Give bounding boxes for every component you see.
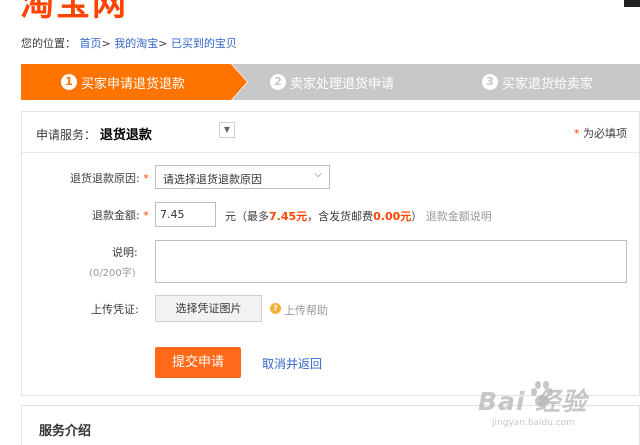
description-label: 说明: <box>112 246 138 259</box>
refund-form-panel: 申请服务： 退货退款 ▼ * 为必填项 退货退款原因: * 请选择退货退款原因 … <box>21 111 640 396</box>
paw-icon <box>531 381 553 407</box>
breadcrumb-separator: > <box>101 37 111 50</box>
step-number-badge: 2 <box>270 74 286 90</box>
divider <box>22 152 639 153</box>
breadcrumb-my-taobao-link[interactable]: 我的淘宝 <box>114 37 158 50</box>
step-seller-process: 2 卖家处理退货申请 <box>232 64 454 100</box>
step-label: 卖家处理退货申请 <box>290 76 395 92</box>
corner-block <box>624 0 640 7</box>
refund-amount-input[interactable]: 7.45 <box>155 202 216 227</box>
step-number-badge: 1 <box>61 74 77 90</box>
reason-label-text: 退货退款原因: <box>70 172 140 185</box>
required-star-icon: * <box>574 127 580 140</box>
required-star-icon: * <box>139 209 149 222</box>
upload-label: 上传凭证: <box>91 303 139 316</box>
breadcrumb-purchased-link[interactable]: 已买到的宝贝 <box>171 37 237 50</box>
progress-steps: 1 买家申请退货退款 2 卖家处理退货申请 3 买家退货给卖家 <box>21 64 640 100</box>
step-apply-refund: 1 买家申请退货退款 <box>21 64 247 100</box>
baidu-watermark: Bai 经验 jingyan.baidu.com <box>468 378 640 445</box>
step-label: 买家申请退货退款 <box>81 76 186 92</box>
service-dropdown-toggle[interactable]: ▼ <box>219 122 235 138</box>
breadcrumb: 您的位置： 首页> 我的淘宝> 已买到的宝贝 <box>21 35 237 51</box>
amount-label: 退款金额: * <box>92 207 149 223</box>
service-intro-title: 服务介绍 <box>39 424 92 439</box>
chevron-down-icon: ▼ <box>223 125 231 134</box>
taobao-logo[interactable]: 淘宝网 <box>20 0 128 24</box>
service-value: 退货退款 <box>99 128 152 143</box>
required-note: * 为必填项 <box>574 125 627 141</box>
amount-note-suffix: ） <box>411 210 423 223</box>
service-label: 申请服务： <box>36 128 97 142</box>
cancel-link[interactable]: 取消并返回 <box>262 355 322 372</box>
amount-max: 7.45元 <box>269 210 308 223</box>
amount-help-link[interactable]: 退款金额说明 <box>426 210 492 223</box>
amount-unit: 元 <box>225 210 236 223</box>
amount-note: 元（最多7.45元，含发货邮费0.00元） 退款金额说明 <box>225 208 492 224</box>
step-label: 买家退货给卖家 <box>502 76 594 92</box>
amount-shipping: 0.00元 <box>373 210 412 223</box>
question-icon: ? <box>270 303 281 314</box>
step-number-badge: 3 <box>482 74 498 90</box>
upload-image-button[interactable]: 选择凭证图片 <box>155 295 262 322</box>
reason-select-value: 请选择退货退款原因 <box>163 173 262 186</box>
required-note-text: 为必填项 <box>583 127 627 140</box>
upload-help-link[interactable]: 上传帮助 <box>284 302 328 318</box>
reason-label: 退货退款原因: * <box>70 170 149 186</box>
reason-select[interactable]: 请选择退货退款原因 ⌵ <box>155 165 330 189</box>
breadcrumb-prefix: 您的位置： <box>21 37 76 50</box>
submit-button[interactable]: 提交申请 <box>155 347 241 378</box>
watermark-url: jingyan.baidu.com <box>492 418 576 428</box>
step-buyer-return: 3 买家退货给卖家 <box>437 64 640 100</box>
chevron-down-icon: ⌵ <box>314 169 322 180</box>
description-textarea[interactable] <box>155 240 627 283</box>
required-star-icon: * <box>139 172 149 185</box>
amount-note-middle: ，含发货邮费 <box>307 210 374 223</box>
amount-label-text: 退款金额: <box>92 209 140 222</box>
breadcrumb-separator: > <box>158 37 168 50</box>
service-row: 申请服务： 退货退款 <box>36 124 152 143</box>
breadcrumb-home-link[interactable]: 首页 <box>80 37 102 50</box>
description-char-count: (0/200字) <box>89 268 136 279</box>
amount-note-prefix: （最多 <box>236 210 269 223</box>
